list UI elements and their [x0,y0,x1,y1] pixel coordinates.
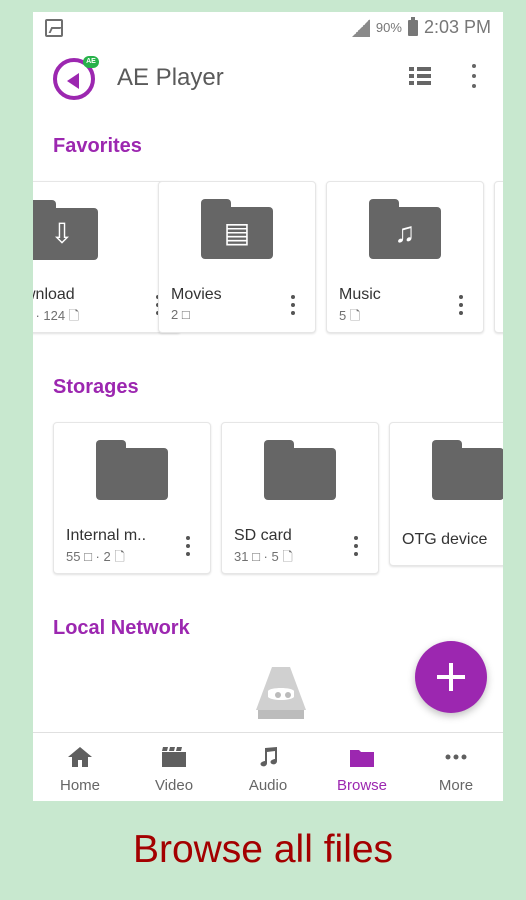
storage-subtitle: 31 □ · 5 🗋 [234,549,293,564]
favorites-section-title: Favorites [53,135,142,157]
app-bar: AE AE Player [33,50,503,110]
vlc-cone-icon [256,667,306,719]
list-view-icon[interactable] [409,67,431,85]
bottom-navigation: Home Video Audio Browse More [33,732,503,801]
storage-card-internal[interactable]: Internal m.. 55 □ · 2 🗋 [53,422,211,574]
card-more-icon[interactable] [291,295,295,315]
signal-icon [351,18,370,37]
image-notification-icon [45,19,63,37]
storage-label: Internal m.. [66,527,147,544]
nav-video[interactable]: Video [127,733,221,801]
status-right: 90% 2:03 PM [351,16,491,38]
app-logo-icon: AE [53,56,99,100]
download-folder-icon: ⇩ [33,200,98,260]
storages-section-title: Storages [53,376,139,398]
folder-icon [432,440,503,500]
favorite-card-music[interactable]: ♫ Music 5 🗋 [326,181,484,333]
movies-folder-icon: ▤ [201,199,273,259]
favorite-label: Movies [171,286,222,303]
nav-audio[interactable]: Audio [221,733,315,801]
nav-home[interactable]: Home [33,733,127,801]
clock: 2:03 PM [423,17,491,37]
nav-label: Browse [336,777,388,794]
nav-more[interactable]: More [409,733,503,801]
folder-icon [96,440,168,500]
nav-browse[interactable]: Browse [315,733,409,801]
favorite-card-movies[interactable]: ▤ Movies 2 □ [158,181,316,333]
music-folder-icon: ♫ [369,199,441,259]
card-more-icon[interactable] [459,295,463,315]
storage-label: OTG device [402,531,488,548]
home-icon [68,747,92,767]
local-network-section-title: Local Network [53,617,190,639]
nav-label: Audio [248,777,288,794]
folder-icon [264,440,336,500]
storage-card-otg[interactable]: OTG device [389,422,503,566]
storage-card-sd[interactable]: SD card 31 □ · 5 🗋 [221,422,379,574]
favorite-subtitle: 2 □ [171,307,190,322]
nav-label: Home [59,777,100,794]
logo-triangle [67,73,79,89]
promo-caption: Browse all files [132,828,394,871]
battery-icon [407,16,418,36]
nav-label: Video [154,777,194,794]
download-icon: ⇩ [50,218,74,249]
favorite-subtitle: 5 🗋 [339,308,361,323]
battery-percent: 90% [375,20,402,35]
favorite-card-partial[interactable] [494,181,503,333]
clapperboard-icon: ▤ [223,217,251,248]
storage-subtitle: 55 □ · 2 🗋 [66,549,125,564]
status-bar: 90% 2:03 PM [33,12,503,44]
app-title: AE Player [117,64,224,91]
music-note-icon [260,747,277,767]
favorite-subtitle: □ · 124 🗋 [33,308,80,323]
favorite-label: Music [339,286,381,303]
more-options-icon[interactable] [471,64,477,88]
card-more-icon[interactable] [186,536,190,556]
folder-icon [350,750,374,767]
add-button[interactable] [415,641,487,713]
storage-label: SD card [234,527,292,544]
movie-icon [162,747,186,767]
logo-badge: AE [83,56,99,68]
music-note-icon: ♫ [394,217,416,248]
card-more-icon[interactable] [354,536,358,556]
nav-label: More [438,777,474,794]
favorite-label: wnload [33,286,75,303]
phone-screen: 90% 2:03 PM AE AE Player Favorites ⇩ wnl… [33,12,503,801]
more-horizontal-icon [445,754,467,760]
